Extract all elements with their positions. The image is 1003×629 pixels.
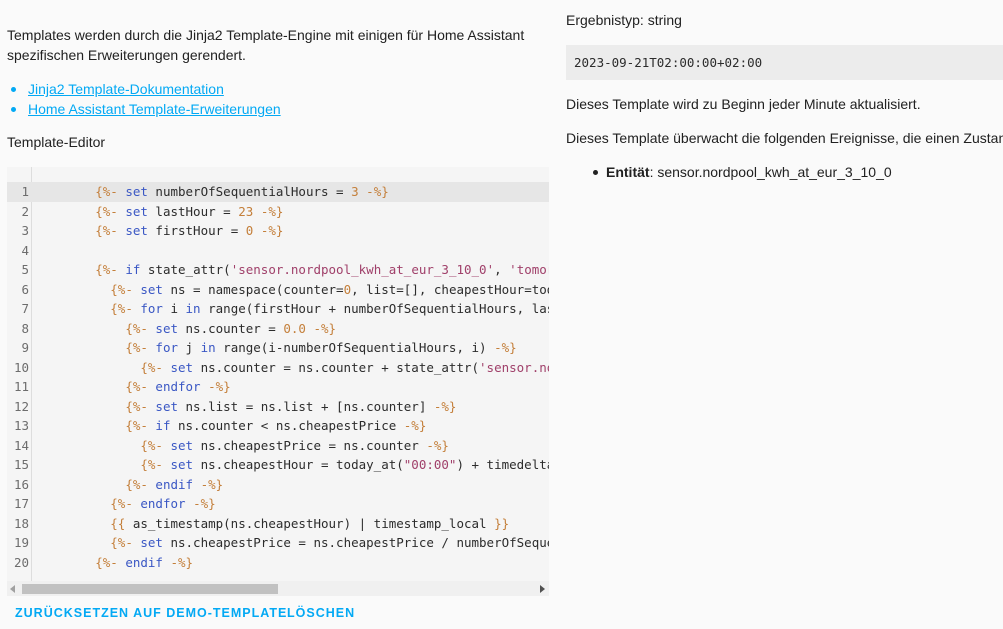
code-text[interactable]: {%- for j in range(i-numberOfSequentialH… xyxy=(35,338,516,358)
result-type: Ergebnistyp: string xyxy=(566,12,682,28)
code-text[interactable]: {%- set ns.counter = ns.counter + state_… xyxy=(35,358,549,378)
code-line[interactable]: 5 {%- if state_attr('sensor.nordpool_kwh… xyxy=(7,260,549,280)
template-panel: Templates werden durch die Jinja2 Templa… xyxy=(0,0,560,629)
result-value: 2023-09-21T02:00:00+02:00 xyxy=(566,45,1003,80)
code-text[interactable]: {%- set ns = namespace(counter=0, list=[… xyxy=(35,280,549,300)
line-number: 18 xyxy=(13,515,29,531)
code-line[interactable]: 4 xyxy=(7,241,549,261)
line-number: 3 xyxy=(21,223,29,238)
code-text[interactable]: {%- for i in range(firstHour + numberOfS… xyxy=(35,299,549,319)
code-line[interactable]: 17 {%- endfor -%} xyxy=(7,494,549,514)
ha-template-extensions-link[interactable]: Home Assistant Template-Erweiterungen xyxy=(28,101,281,117)
code-text[interactable]: {%- endfor -%} xyxy=(35,377,230,397)
line-number: 6 xyxy=(21,281,29,297)
line-number: 14 xyxy=(13,437,29,453)
code-line[interactable]: 11 {%- endfor -%} xyxy=(7,377,549,397)
result-panel: Ergebnistyp: string 2023-09-21T02:00:00+… xyxy=(558,0,1003,629)
doc-links: Jinja2 Template-Dokumentation Home Assis… xyxy=(11,79,281,119)
line-number: 20 xyxy=(13,554,29,570)
link-item: Home Assistant Template-Erweiterungen xyxy=(11,99,281,119)
code-text[interactable]: {%- set numberOfSequentialHours = 3 -%} xyxy=(35,182,389,202)
line-number: 8 xyxy=(21,320,29,336)
code-text[interactable]: {%- endfor -%} xyxy=(35,494,215,514)
code-line[interactable]: 10 {%- set ns.counter = ns.counter + sta… xyxy=(7,358,549,378)
code-text[interactable]: {%- set ns.cheapestHour = today_at("00:0… xyxy=(35,455,549,475)
listen-info: Dieses Template überwacht die folgenden … xyxy=(566,130,1003,146)
code-line[interactable]: 12 {%- set ns.list = ns.list + [ns.count… xyxy=(7,397,549,417)
code-text[interactable]: {%- set lastHour = 23 -%} xyxy=(35,202,283,222)
jinja2-docs-link[interactable]: Jinja2 Template-Dokumentation xyxy=(28,81,224,97)
line-number: 10 xyxy=(13,359,29,375)
code-text[interactable]: {%- if ns.counter < ns.cheapestPrice -%} xyxy=(35,416,426,436)
clear-button[interactable]: LÖSCHEN xyxy=(287,605,355,621)
line-number: 17 xyxy=(13,496,29,511)
code-line[interactable]: 16 {%- endif -%} xyxy=(7,475,549,495)
reset-demo-template-button[interactable]: ZURÜCKSETZEN AUF DEMO-TEMPLATE xyxy=(15,605,287,621)
code-line[interactable]: 13 {%- if ns.counter < ns.cheapestPrice … xyxy=(7,416,549,436)
scroll-right-icon[interactable] xyxy=(540,585,545,593)
line-number: 16 xyxy=(13,476,29,492)
line-number: 1 xyxy=(21,184,29,199)
code-line[interactable]: 3 {%- set firstHour = 0 -%} xyxy=(7,221,549,241)
line-number: 7 xyxy=(21,301,29,316)
list-item: Entität: sensor.nordpool_kwh_at_eur_3_10… xyxy=(593,162,892,182)
entity-value: : sensor.nordpool_kwh_at_eur_3_10_0 xyxy=(649,164,892,180)
line-number: 4 xyxy=(21,242,29,258)
update-info: Dieses Template wird zu Beginn jeder Min… xyxy=(566,96,921,112)
template-editor[interactable]: 1 {%- set numberOfSequentialHours = 3 -%… xyxy=(7,167,549,596)
code-line[interactable]: 9 {%- for j in range(i-numberOfSequentia… xyxy=(7,338,549,358)
line-number: 19 xyxy=(13,535,29,550)
code-text[interactable]: {%- endif -%} xyxy=(35,475,223,495)
editor-label: Template-Editor xyxy=(7,134,106,150)
scrollbar-thumb[interactable] xyxy=(22,584,278,594)
line-number: 9 xyxy=(21,340,29,355)
code-line[interactable]: 6 {%- set ns = namespace(counter=0, list… xyxy=(7,280,549,300)
code-line[interactable]: 20 {%- endif -%} xyxy=(7,553,549,573)
line-number: 5 xyxy=(21,262,29,277)
code-text[interactable]: {%- set ns.cheapestPrice = ns.cheapestPr… xyxy=(35,533,549,553)
code-text[interactable]: {{ as_timestamp(ns.cheapestHour) | times… xyxy=(35,514,509,534)
intro-text: Templates werden durch die Jinja2 Templa… xyxy=(7,27,525,63)
code-line[interactable]: 15 {%- set ns.cheapestHour = today_at("0… xyxy=(7,455,549,475)
code-line[interactable]: 19 {%- set ns.cheapestPrice = ns.cheapes… xyxy=(7,533,549,553)
line-number: 15 xyxy=(13,457,29,472)
code-text[interactable]: {%- set firstHour = 0 -%} xyxy=(35,221,283,241)
code-text[interactable]: {%- endif -%} xyxy=(35,553,193,573)
code-text[interactable]: {%- if state_attr('sensor.nordpool_kwh_a… xyxy=(35,260,549,280)
code-text[interactable]: {%- set ns.list = ns.list + [ns.counter]… xyxy=(35,397,456,417)
code-line[interactable]: 8 {%- set ns.counter = 0.0 -%} xyxy=(7,319,549,339)
entity-list: Entität: sensor.nordpool_kwh_at_eur_3_10… xyxy=(593,162,892,182)
line-number: 2 xyxy=(21,203,29,219)
link-item: Jinja2 Template-Dokumentation xyxy=(11,79,281,99)
scroll-left-icon[interactable] xyxy=(10,585,15,593)
code-line[interactable]: 14 {%- set ns.cheapestPrice = ns.counter… xyxy=(7,436,549,456)
code-line[interactable]: 7 {%- for i in range(firstHour + numberO… xyxy=(7,299,549,319)
code-line[interactable]: 18 {{ as_timestamp(ns.cheapestHour) | ti… xyxy=(7,514,549,534)
line-number: 11 xyxy=(13,379,29,394)
entity-label: Entität xyxy=(606,164,650,180)
code-line[interactable]: 1 {%- set numberOfSequentialHours = 3 -%… xyxy=(7,182,549,202)
line-number: 13 xyxy=(13,418,29,433)
line-number: 12 xyxy=(13,398,29,414)
code-line[interactable]: 2 {%- set lastHour = 23 -%} xyxy=(7,202,549,222)
code-text[interactable]: {%- set ns.cheapestPrice = ns.counter -%… xyxy=(35,436,449,456)
code-text[interactable]: {%- set ns.counter = 0.0 -%} xyxy=(35,319,336,339)
code-lines[interactable]: 1 {%- set numberOfSequentialHours = 3 -%… xyxy=(7,182,549,572)
horizontal-scrollbar[interactable] xyxy=(7,581,549,596)
